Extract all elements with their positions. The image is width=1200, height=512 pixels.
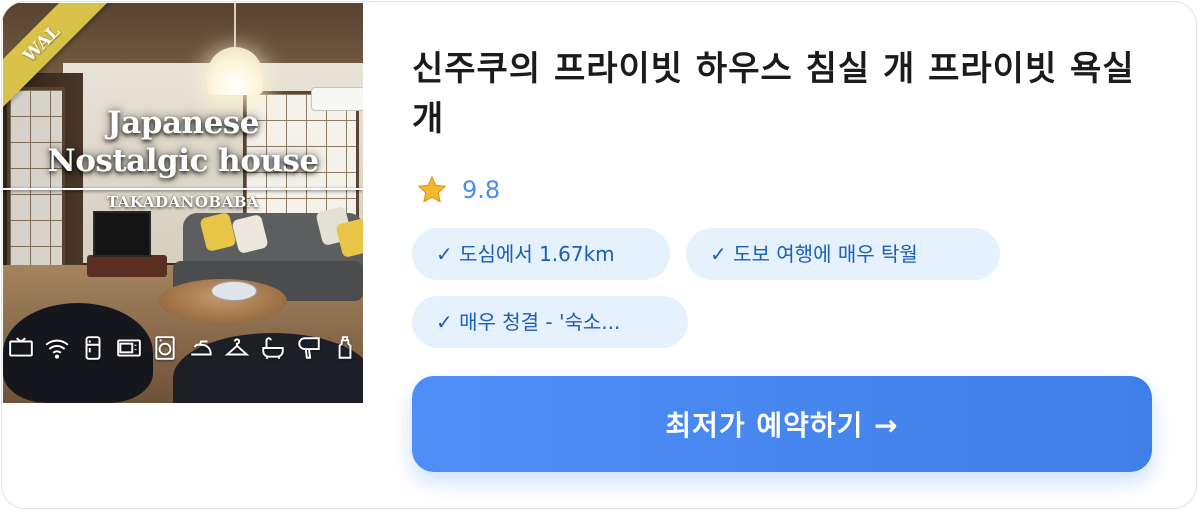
amenity-icon-row (3, 333, 363, 369)
photo-title-line3: TAKADANOBABA (106, 193, 260, 211)
photo-tv-stand (87, 255, 167, 277)
listing-card[interactable]: Japanese Nostalgic house TAKADANOBABA WA… (1, 1, 1197, 509)
book-lowest-price-button[interactable]: 최저가 예약하기 → (412, 376, 1152, 472)
fridge-icon (79, 333, 107, 363)
microwave-icon (115, 333, 143, 363)
photo-lamp-cord (234, 3, 236, 49)
rating-row: 9.8 (416, 172, 500, 208)
bottle-icon (331, 333, 359, 363)
bathtub-icon (259, 333, 287, 363)
rating-score: 9.8 (462, 176, 501, 204)
photo-pendant-lamp (207, 47, 263, 95)
listing-title[interactable]: 신주쿠의 프라이빗 하우스 침실 개 프라이빗 욕실 개 (412, 44, 1142, 144)
photo-title-line1: Japanese (107, 105, 259, 141)
tv-icon (7, 333, 35, 363)
hanger-icon (223, 333, 251, 363)
iron-icon (187, 333, 215, 363)
photo-title-divider (3, 188, 363, 190)
star-icon (417, 175, 447, 203)
photo-bowl (211, 281, 257, 301)
photo-title-line2: Nostalgic house (47, 143, 319, 179)
hairdryer-icon (295, 333, 323, 363)
feature-tag: ✓ 매우 청결 - '숙소... (412, 296, 688, 348)
washer-icon (151, 333, 179, 363)
photo-tv (93, 211, 151, 257)
wifi-icon (43, 333, 71, 363)
feature-tag: ✓ 도보 여행에 매우 탁월 (686, 228, 1000, 280)
listing-photo[interactable]: Japanese Nostalgic house TAKADANOBABA WA… (3, 3, 363, 403)
feature-tag: ✓ 도심에서 1.67km (412, 228, 670, 280)
